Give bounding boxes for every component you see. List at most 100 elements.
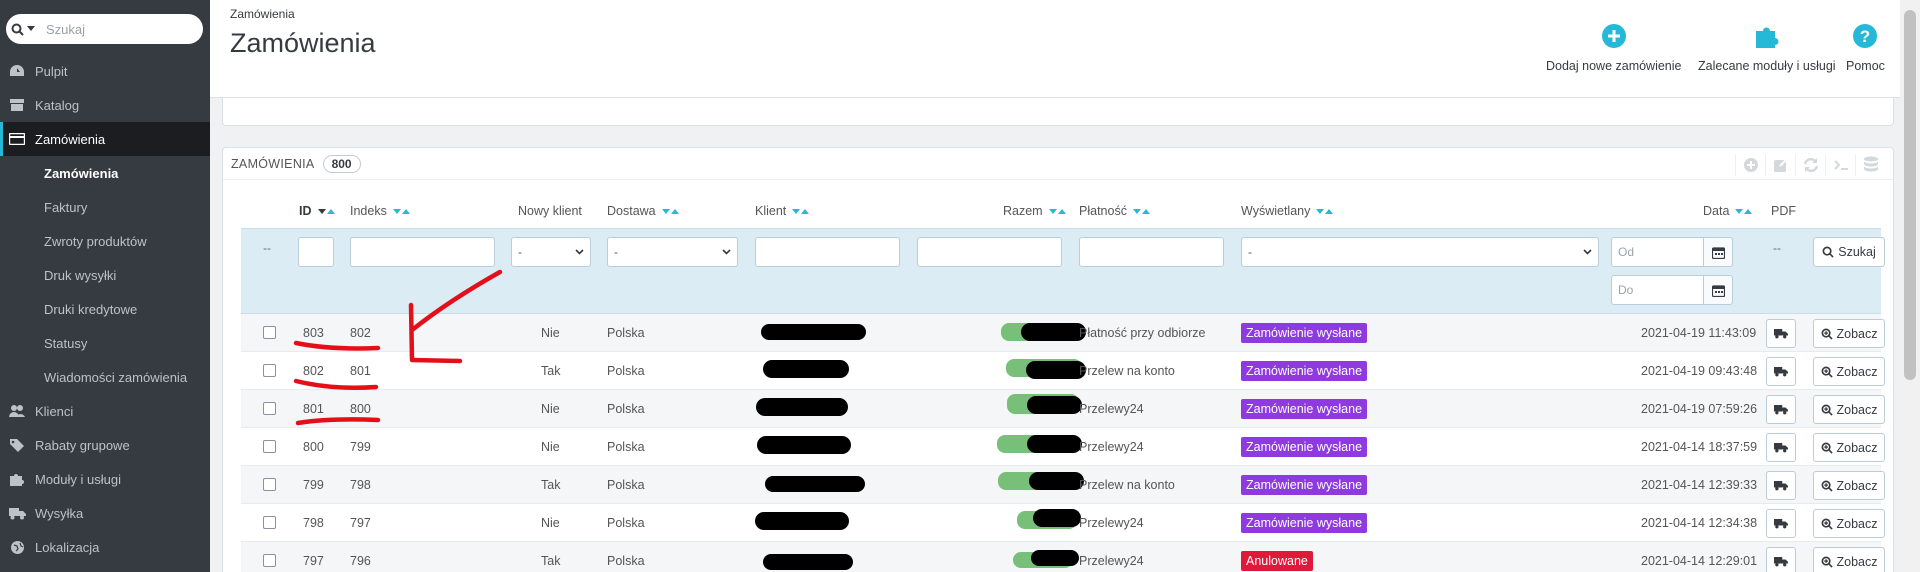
delivery-slip-button[interactable]	[1766, 433, 1796, 462]
sidebar-subitem-faktury[interactable]: Faktury	[0, 190, 210, 224]
view-order-button[interactable]: Zobacz	[1813, 357, 1885, 386]
terminal-icon	[1833, 160, 1848, 170]
puzzle-icon	[1753, 22, 1781, 50]
col-payment[interactable]: Płatność	[1079, 204, 1150, 218]
sidebar-subitem-druk-wysylki[interactable]: Druk wysyłki	[0, 258, 210, 292]
breadcrumb[interactable]: Zamówienia	[230, 7, 295, 21]
sidebar-item-moduly[interactable]: Moduły i usługi	[0, 462, 210, 496]
date-to-input[interactable]	[1611, 275, 1703, 305]
filter-new-client-select[interactable]: -	[511, 237, 591, 267]
filter-displayed-select[interactable]: -	[1241, 237, 1599, 267]
table-row[interactable]: 797 796 Tak Polska Przelewy24 Anulowane 2021-0…	[241, 542, 1885, 572]
col-delivery[interactable]: Dostawa	[607, 204, 679, 218]
cell-date: 2021-04-14 12:29:01	[1641, 554, 1758, 568]
page-title: Zamówienia	[230, 28, 376, 58]
sort-arrows[interactable]	[317, 208, 335, 214]
sql-tool-button[interactable]	[1825, 154, 1855, 176]
row-checkbox[interactable]	[263, 402, 276, 415]
add-order-button[interactable]: Dodaj nowe zamówienie	[1546, 22, 1682, 73]
table-row[interactable]: 799 798 Tak Polska Przelew na konto Zamówieni…	[241, 466, 1885, 504]
sidebar-subitem-zamowienia[interactable]: Zamówienia	[0, 156, 210, 190]
export-tool-button[interactable]	[1765, 154, 1795, 176]
view-order-button[interactable]: Zobacz	[1813, 547, 1885, 572]
filter-payment-input[interactable]	[1079, 237, 1224, 267]
view-label: Zobacz	[1836, 326, 1878, 341]
sidebar-subitem-zwroty[interactable]: Zwroty produktów	[0, 224, 210, 258]
delivery-slip-button[interactable]	[1766, 471, 1796, 500]
sort-down-icon	[1735, 208, 1744, 214]
filter-id-input[interactable]	[298, 237, 334, 267]
row-checkbox[interactable]	[263, 478, 276, 491]
sort-arrows[interactable]	[392, 208, 410, 214]
view-order-button[interactable]: Zobacz	[1813, 471, 1885, 500]
sidebar-item-zamowienia[interactable]: Zamówienia	[0, 122, 210, 156]
sidebar-item-katalog[interactable]: Katalog	[0, 88, 210, 122]
sort-arrows[interactable]	[1048, 208, 1066, 214]
col-index[interactable]: Indeks	[350, 204, 410, 218]
col-date[interactable]: Data	[1703, 204, 1753, 218]
filter-delivery-select[interactable]: -	[607, 237, 738, 267]
view-order-button[interactable]: Zobacz	[1813, 509, 1885, 538]
row-checkbox[interactable]	[263, 516, 276, 529]
row-checkbox[interactable]	[263, 554, 276, 567]
sort-arrows[interactable]	[792, 208, 810, 214]
add-tool-button[interactable]	[1735, 154, 1765, 176]
cell-index: 801	[350, 364, 371, 378]
sidebar-item-rabaty[interactable]: Rabaty grupowe	[0, 428, 210, 462]
refresh-tool-button[interactable]	[1795, 154, 1825, 176]
zoom-icon	[1821, 404, 1833, 416]
sidebar-subitem-statusy[interactable]: Statusy	[0, 326, 210, 360]
delivery-slip-button[interactable]	[1766, 509, 1796, 538]
scrollbar-thumb[interactable]	[1904, 10, 1916, 380]
search-type-button[interactable]	[6, 14, 40, 44]
date-from-input[interactable]	[1611, 237, 1703, 267]
sort-arrows[interactable]	[1132, 208, 1150, 214]
table-row[interactable]: 802 801 Tak Polska Przelew na konto Zamówieni…	[241, 352, 1885, 390]
sidebar-item-pulpit[interactable]: Pulpit	[0, 54, 210, 88]
recommended-modules-button[interactable]: Zalecane moduły i usługi	[1698, 22, 1836, 73]
total-redaction	[1027, 435, 1082, 453]
col-total[interactable]: Razem	[1003, 204, 1066, 218]
filter-search-button[interactable]: Szukaj	[1813, 237, 1885, 267]
database-tool-button[interactable]	[1855, 154, 1885, 176]
view-order-button[interactable]: Zobacz	[1813, 433, 1885, 462]
delivery-slip-button[interactable]	[1766, 357, 1796, 386]
view-order-button[interactable]: Zobacz	[1813, 319, 1885, 348]
col-displayed[interactable]: Wyświetlany	[1241, 204, 1334, 218]
delivery-slip-button[interactable]	[1766, 547, 1796, 572]
row-checkbox[interactable]	[263, 364, 276, 377]
row-checkbox[interactable]	[263, 440, 276, 453]
sidebar-item-lokalizacja[interactable]: Lokalizacja	[0, 530, 210, 564]
delivery-slip-button[interactable]	[1766, 319, 1796, 348]
table-row[interactable]: 803 802 Nie Polska Płatność przy odbiorze Zam…	[241, 314, 1885, 352]
filter-total-input[interactable]	[917, 237, 1062, 267]
cell-index: 796	[350, 554, 371, 568]
scrollbar[interactable]	[1900, 0, 1920, 572]
view-order-button[interactable]: Zobacz	[1813, 395, 1885, 424]
sidebar-item-wysylka[interactable]: Wysyłka	[0, 496, 210, 530]
calendar-icon[interactable]	[1703, 237, 1733, 267]
col-id[interactable]: ID	[299, 204, 335, 218]
table-row[interactable]: 800 799 Nie Polska Przelewy24 Zamówienie wysł…	[241, 428, 1885, 466]
cell-new-client: Nie	[541, 326, 560, 340]
sidebar: Pulpit Katalog Zamówienia Zamówienia Fak…	[0, 0, 210, 572]
filter-client-input[interactable]	[755, 237, 900, 267]
chevron-down-icon	[1583, 249, 1592, 255]
globe-icon	[6, 540, 28, 555]
sort-arrows[interactable]	[1735, 208, 1753, 214]
calendar-icon[interactable]	[1703, 275, 1733, 305]
table-row[interactable]: 798 797 Nie Polska Przelewy24 Zamówienie wysł…	[241, 504, 1885, 542]
delivery-slip-button[interactable]	[1766, 395, 1796, 424]
search-input[interactable]	[40, 15, 190, 43]
row-checkbox[interactable]	[263, 326, 276, 339]
sidebar-subitem-wiadomosci[interactable]: Wiadomości zamówienia	[0, 360, 210, 394]
help-button[interactable]: ? Pomoc	[1846, 22, 1885, 73]
table-row[interactable]: 801 800 Nie Polska Przelewy24 Zamówienie wysł…	[241, 390, 1885, 428]
sort-down-icon	[1048, 208, 1057, 214]
filter-index-input[interactable]	[350, 237, 495, 267]
sort-arrows[interactable]	[1316, 208, 1334, 214]
sidebar-item-klienci[interactable]: Klienci	[0, 394, 210, 428]
sidebar-subitem-druki-kredytowe[interactable]: Druki kredytowe	[0, 292, 210, 326]
sort-arrows[interactable]	[661, 208, 679, 214]
col-client[interactable]: Klient	[755, 204, 810, 218]
